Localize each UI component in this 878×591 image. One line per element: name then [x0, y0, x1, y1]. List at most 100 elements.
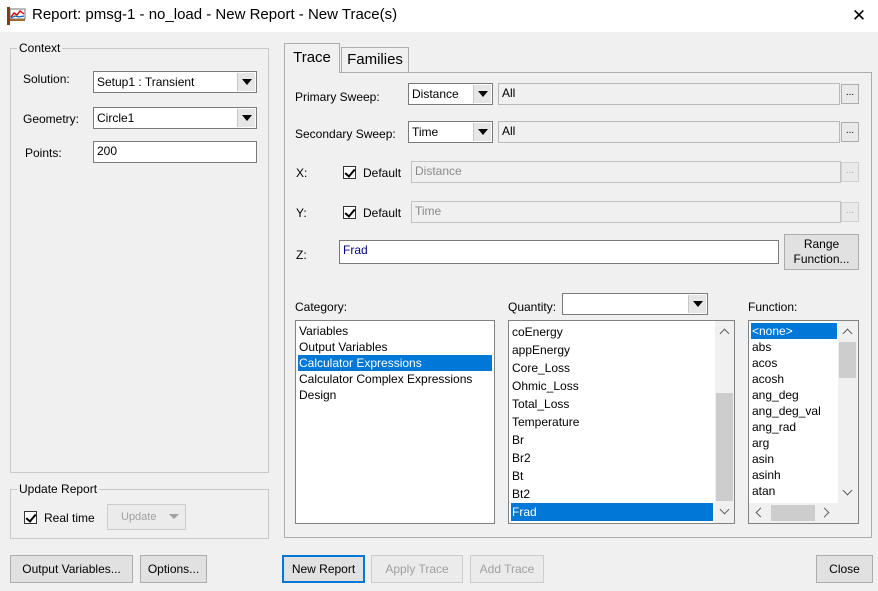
y-default-checkbox[interactable] — [343, 206, 356, 219]
tab-trace[interactable]: Trace — [284, 43, 340, 73]
quantity-list-item[interactable]: Core_Loss — [511, 359, 713, 377]
quantity-list-item[interactable]: Ohmic_Loss — [511, 377, 713, 395]
function-list-item[interactable]: acosh — [751, 371, 837, 387]
secondary-sweep-range[interactable]: All — [498, 121, 840, 143]
z-expression-input[interactable]: Frad — [339, 240, 779, 264]
category-label: Category: — [295, 300, 348, 314]
quantity-list-item[interactable]: coEnergy — [511, 323, 713, 341]
scroll-up-icon[interactable] — [719, 328, 730, 339]
solution-dropdown[interactable]: Setup1 : Transient — [93, 71, 257, 93]
function-list-item[interactable]: asin — [751, 451, 837, 467]
function-list-item[interactable]: <none> — [751, 323, 837, 339]
close-window-icon[interactable]: ✕ — [846, 4, 872, 28]
points-label: Points: — [25, 146, 62, 160]
secondary-sweep-label: Secondary Sweep: — [295, 127, 396, 141]
function-list[interactable]: atan asinh asin arg ang_rad ang_deg_val ang_de… — [748, 320, 859, 524]
range-function-line2: Function... — [793, 252, 850, 266]
quantity-scroll-thumb[interactable] — [716, 393, 733, 501]
context-legend: Context — [19, 41, 61, 55]
context-group: Context — [10, 41, 269, 473]
update-split-button[interactable]: Update — [107, 504, 186, 530]
primary-sweep-edit-button[interactable]: ... — [841, 84, 859, 104]
x-default-checkbox[interactable] — [343, 166, 356, 179]
solution-value: Setup1 : Transient — [97, 75, 195, 89]
chevron-down-icon[interactable] — [688, 295, 706, 313]
function-vscrollbar[interactable] — [838, 321, 858, 503]
y-label: Y: — [296, 206, 307, 220]
quantity-scrollbar[interactable] — [715, 321, 734, 523]
solution-label: Solution: — [23, 72, 70, 86]
geometry-dropdown[interactable]: Circle1 — [93, 107, 257, 129]
geometry-label: Geometry: — [23, 112, 80, 126]
primary-sweep-range[interactable]: All — [498, 83, 840, 105]
category-list-item[interactable]: Calculator Expressions — [298, 355, 492, 371]
new-report-button[interactable]: New Report — [282, 555, 365, 583]
quantity-list-item[interactable]: Br2 — [511, 449, 713, 467]
quantity-list-item[interactable]: Bt — [511, 467, 713, 485]
category-list-item[interactable]: Output Variables — [298, 339, 492, 355]
category-list[interactable]: Design Calculator Complex Expressions Calc… — [295, 320, 495, 524]
y-edit-button[interactable]: ... — [841, 202, 859, 222]
function-hscrollbar[interactable] — [749, 503, 858, 523]
function-hscroll-thumb[interactable] — [771, 505, 815, 521]
options-button[interactable]: Options... — [140, 555, 207, 583]
function-list-item[interactable]: ang_deg_val — [751, 403, 837, 419]
x-expression-field[interactable]: Distance — [411, 161, 841, 183]
realtime-label: Real time — [44, 511, 95, 525]
quantity-list-item[interactable]: Frad — [511, 503, 713, 521]
tab-families[interactable]: Families — [341, 47, 409, 72]
function-list-item[interactable]: arg — [751, 435, 837, 451]
scroll-down-icon[interactable] — [719, 504, 730, 515]
scroll-right-icon[interactable] — [819, 507, 830, 518]
x-edit-button[interactable]: ... — [841, 162, 859, 182]
chevron-down-icon[interactable] — [473, 123, 491, 141]
function-list-item[interactable]: atan — [751, 483, 837, 499]
secondary-sweep-edit-button[interactable]: ... — [841, 122, 859, 142]
secondary-sweep-dropdown[interactable]: Time — [408, 121, 493, 143]
quantity-list-item[interactable]: Total_Loss — [511, 395, 713, 413]
category-list-item[interactable]: Design — [298, 387, 492, 403]
scroll-down-icon[interactable] — [842, 485, 853, 496]
primary-sweep-dropdown[interactable]: Distance — [408, 83, 493, 105]
update-report-legend: Update Report — [19, 482, 98, 496]
range-function-button[interactable]: Range Function... — [784, 234, 859, 270]
scroll-up-icon[interactable] — [842, 328, 853, 339]
apply-trace-button[interactable]: Apply Trace — [371, 555, 463, 583]
scroll-left-icon[interactable] — [755, 507, 766, 518]
output-variables-button[interactable]: Output Variables... — [10, 555, 133, 583]
quantity-filter-dropdown[interactable] — [562, 293, 708, 315]
chevron-down-icon[interactable] — [237, 73, 255, 91]
update-label: Update — [121, 511, 157, 523]
add-trace-button[interactable]: Add Trace — [470, 555, 544, 583]
tab-trace-label: Trace — [293, 49, 331, 66]
quantity-list[interactable]: Frad Bt2 Bt Br2 Br Temperature Total_Loss Ohmic… — [508, 320, 735, 524]
category-list-item[interactable]: Calculator Complex Expressions — [298, 371, 492, 387]
quantity-list-item[interactable]: appEnergy — [511, 341, 713, 359]
function-scroll-thumb[interactable] — [839, 342, 856, 378]
chevron-down-icon[interactable] — [237, 109, 255, 127]
function-list-item[interactable]: abs — [751, 339, 837, 355]
function-label: Function: — [748, 300, 798, 314]
geometry-value: Circle1 — [97, 111, 135, 125]
y-expression-field[interactable]: Time — [411, 201, 841, 223]
function-list-item[interactable]: ang_rad — [751, 419, 837, 435]
function-list-item[interactable]: acos — [751, 355, 837, 371]
report-app-icon — [7, 7, 26, 25]
x-label: X: — [296, 166, 308, 180]
quantity-list-item[interactable]: Bt2 — [511, 485, 713, 503]
function-list-item[interactable]: asinh — [751, 467, 837, 483]
chevron-down-icon[interactable] — [169, 514, 179, 519]
chevron-down-icon[interactable] — [473, 85, 491, 103]
category-list-item[interactable]: Variables — [298, 323, 492, 339]
realtime-checkbox[interactable] — [24, 511, 37, 524]
primary-sweep-label: Primary Sweep: — [295, 90, 380, 104]
close-button[interactable]: Close — [816, 555, 873, 583]
window-title: Report: pmsg-1 - no_load - New Report - … — [32, 6, 398, 23]
y-default-label: Default — [363, 206, 402, 220]
secondary-sweep-value: Time — [412, 125, 439, 139]
points-input[interactable]: 200 — [93, 141, 257, 163]
function-list-item[interactable]: ang_deg — [751, 387, 837, 403]
quantity-list-item[interactable]: Temperature — [511, 413, 713, 431]
quantity-list-item[interactable]: Br — [511, 431, 713, 449]
z-label: Z: — [296, 248, 307, 262]
